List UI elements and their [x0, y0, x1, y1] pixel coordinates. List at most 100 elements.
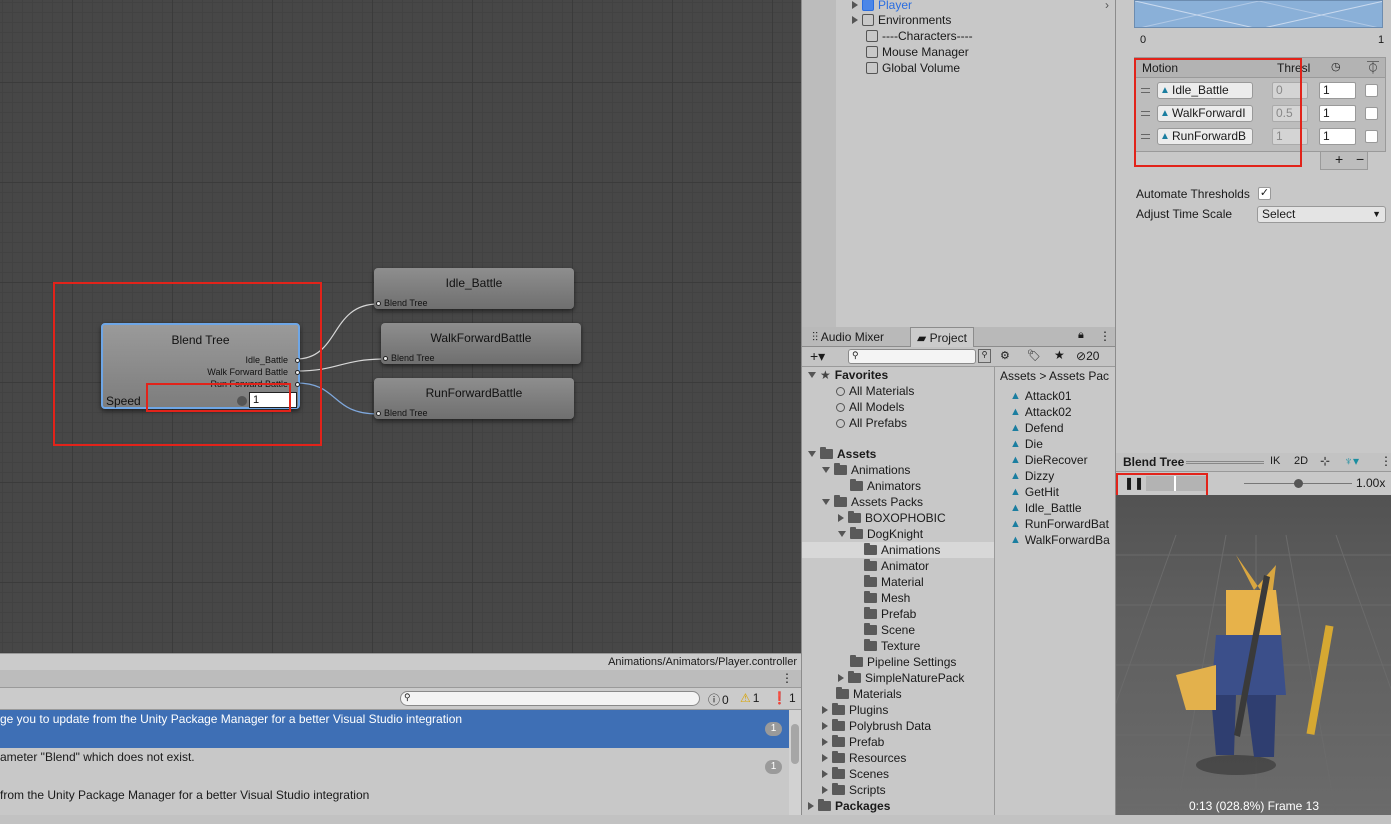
- pivot-icon[interactable]: ⊹: [1320, 454, 1330, 468]
- tree-assets-packs[interactable]: Assets Packs: [822, 494, 923, 510]
- expand-arrow-icon[interactable]: [822, 467, 830, 473]
- file-item[interactable]: ▲ Defend: [1010, 420, 1064, 436]
- hierarchy-item-global-volume[interactable]: Global Volume: [866, 60, 960, 76]
- threshold-field[interactable]: 0: [1272, 82, 1308, 99]
- port-dot[interactable]: [295, 370, 300, 375]
- file-item[interactable]: ▲ Attack01: [1010, 388, 1072, 404]
- error-count[interactable]: ❗ 1: [772, 691, 796, 705]
- file-item[interactable]: ▲ Idle_Battle: [1010, 500, 1082, 516]
- log-entry[interactable]: ameter "Blend" which does not exist. 1: [0, 748, 801, 786]
- port-dot[interactable]: [295, 358, 300, 363]
- tree-simplenaturepack[interactable]: SimpleNaturePack: [838, 670, 964, 686]
- tree-dog-prefab[interactable]: Prefab: [864, 606, 916, 622]
- port-dot[interactable]: [383, 356, 388, 361]
- mirror-checkbox[interactable]: [1365, 84, 1378, 97]
- tree-favorites[interactable]: ★ Favorites: [808, 367, 888, 383]
- motion-node-run-forward[interactable]: RunForwardBattle Blend Tree: [374, 378, 574, 419]
- file-item[interactable]: ▲ Attack02: [1010, 404, 1072, 420]
- tab-project[interactable]: ▰ Project: [910, 327, 974, 347]
- lock-icon[interactable]: 🔒︎: [1078, 329, 1084, 342]
- speed-field[interactable]: 1: [1319, 105, 1356, 122]
- more-icon[interactable]: ⋮: [781, 671, 793, 685]
- file-item[interactable]: ▲ GetHit: [1010, 484, 1059, 500]
- file-item[interactable]: ▲ WalkForwardBa: [1010, 532, 1110, 548]
- motion-node-walk-forward[interactable]: WalkForwardBattle Blend Tree: [381, 323, 581, 364]
- hierarchy-item-characters[interactable]: ----Characters----: [866, 28, 973, 44]
- expand-arrow-icon[interactable]: [822, 738, 828, 746]
- hierarchy-item-environments[interactable]: Environments: [852, 12, 951, 28]
- file-item[interactable]: ▲ DieRecover: [1010, 452, 1088, 468]
- motion-row[interactable]: ▲ WalkForwardI 0.5 1: [1135, 102, 1387, 125]
- expand-arrow-icon[interactable]: [822, 754, 828, 762]
- port-dot[interactable]: [376, 411, 381, 416]
- tree-resources[interactable]: Resources: [822, 750, 906, 766]
- clock-icon[interactable]: ◷: [1331, 60, 1341, 73]
- log-entry[interactable]: from the Unity Package Manager for a bet…: [0, 786, 801, 824]
- threshold-field[interactable]: 1: [1272, 128, 1308, 145]
- motion-node-idle-battle[interactable]: Idle_Battle Blend Tree: [374, 268, 574, 309]
- preview-viewport[interactable]: 0:13 (028.8%) Frame 13: [1116, 495, 1391, 815]
- tree-dog-animator[interactable]: Animator: [864, 558, 929, 574]
- tree-materials[interactable]: Materials: [836, 686, 902, 702]
- expand-arrow-icon[interactable]: [822, 499, 830, 505]
- label-tag-icon[interactable]: 🏷︎: [1027, 349, 1041, 362]
- tree-dog-mesh[interactable]: Mesh: [864, 590, 910, 606]
- hidden-packages-toggle[interactable]: ⊘20: [1076, 349, 1099, 363]
- tree-packages[interactable]: Packages: [808, 798, 890, 814]
- adjust-time-scale-dropdown[interactable]: Select ▼: [1257, 206, 1386, 223]
- speed-field[interactable]: 1: [1319, 128, 1356, 145]
- expand-arrow-icon[interactable]: [808, 451, 816, 457]
- add-icon[interactable]: +▾: [810, 348, 825, 365]
- motion-field[interactable]: ▲ RunForwardB: [1157, 128, 1253, 145]
- tree-assets[interactable]: Assets: [808, 446, 876, 462]
- tree-dog-scene[interactable]: Scene: [864, 622, 915, 638]
- automate-thresholds-checkbox[interactable]: ✓: [1258, 187, 1271, 200]
- expand-arrow-icon[interactable]: [822, 706, 828, 714]
- tab-audio-mixer[interactable]: ⫶⫶ Audio Mixer: [806, 327, 890, 347]
- file-item[interactable]: ▲ Die: [1010, 436, 1043, 452]
- favorite-star-icon[interactable]: ★: [1054, 348, 1065, 362]
- warning-count[interactable]: ⚠ 1: [740, 691, 759, 705]
- breadcrumb[interactable]: Assets > Assets Pac: [1000, 369, 1109, 383]
- drag-handle-icon[interactable]: [1141, 111, 1150, 116]
- expand-arrow-icon[interactable]: [852, 16, 858, 24]
- motion-row[interactable]: ▲ Idle_Battle 0 1: [1135, 79, 1387, 102]
- tree-dog-material[interactable]: Material: [864, 574, 924, 590]
- tree-scenes[interactable]: Scenes: [822, 766, 889, 782]
- tree-scripts[interactable]: Scripts: [822, 782, 886, 798]
- log-entry[interactable]: ge you to update from the Unity Package …: [0, 710, 801, 748]
- tree-polybrush-data[interactable]: Polybrush Data: [822, 718, 931, 734]
- threshold-field[interactable]: 0.5: [1272, 105, 1308, 122]
- speed-knob[interactable]: [237, 396, 247, 406]
- tree-all-materials[interactable]: All Materials: [836, 383, 914, 399]
- expand-arrow-icon[interactable]: [808, 802, 814, 810]
- expand-arrow-icon[interactable]: [838, 674, 844, 682]
- project-search-input[interactable]: ⚲: [848, 349, 976, 364]
- tree-all-prefabs[interactable]: All Prefabs: [836, 415, 907, 431]
- console-search-input[interactable]: ⚲: [400, 691, 700, 706]
- expand-arrow-icon[interactable]: [838, 531, 846, 537]
- tree-dog-animations[interactable]: Animations: [802, 542, 994, 558]
- port-dot[interactable]: [295, 382, 300, 387]
- drag-handle-icon[interactable]: [1141, 88, 1150, 93]
- add-motion-button[interactable]: +: [1335, 151, 1343, 167]
- hierarchy-item-mouse-manager[interactable]: Mouse Manager: [866, 44, 969, 60]
- motion-field[interactable]: ▲ Idle_Battle: [1157, 82, 1253, 99]
- mirror-checkbox[interactable]: [1365, 130, 1378, 143]
- info-count[interactable]: ⓘ 0: [708, 691, 729, 708]
- console-scrollbar[interactable]: [789, 710, 801, 815]
- tree-dogknight[interactable]: DogKnight: [838, 526, 923, 542]
- drag-bar[interactable]: [1186, 461, 1264, 464]
- remove-motion-button[interactable]: −: [1356, 151, 1364, 167]
- port-dot[interactable]: [376, 301, 381, 306]
- chevron-right-icon[interactable]: ›: [1105, 0, 1109, 12]
- speed-slider[interactable]: [1244, 479, 1352, 488]
- blend-tree-node[interactable]: Blend Tree Idle_Battle Walk Forward Batt…: [101, 323, 300, 409]
- tree-pipeline-settings[interactable]: Pipeline Settings: [850, 654, 956, 670]
- mirror-checkbox[interactable]: [1365, 107, 1378, 120]
- tree-dog-texture[interactable]: Texture: [864, 638, 920, 654]
- animator-graph[interactable]: Blend Tree Idle_Battle Walk Forward Batt…: [0, 0, 801, 653]
- tree-prefab[interactable]: Prefab: [822, 734, 884, 750]
- more-icon[interactable]: ⋮: [1380, 454, 1391, 468]
- tree-animators[interactable]: Animators: [850, 478, 921, 494]
